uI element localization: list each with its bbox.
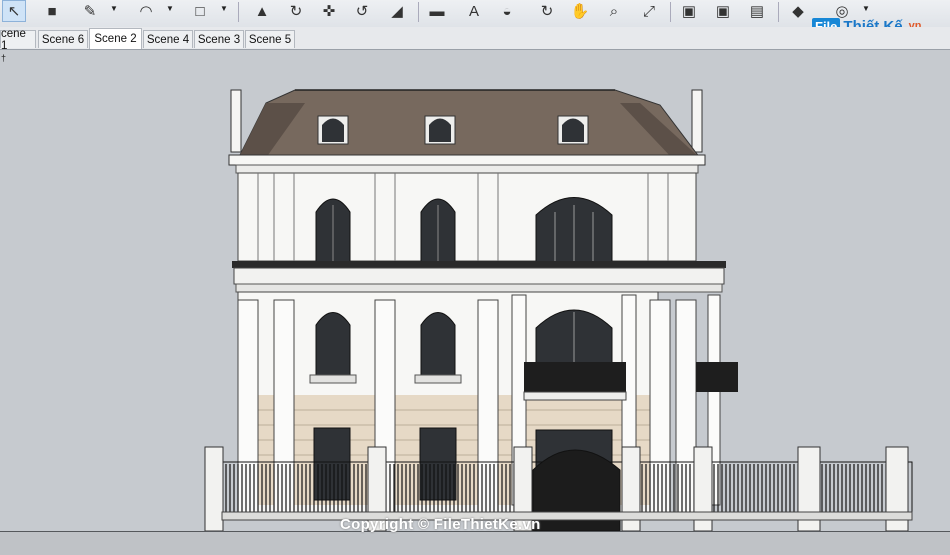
arched-window <box>309 312 357 384</box>
mansard-roof <box>239 89 702 159</box>
balcony-railing <box>524 362 626 392</box>
dormer-window <box>557 115 589 145</box>
villa-elevation-drawing <box>204 89 913 532</box>
arched-window <box>315 198 351 263</box>
arched-window-wide <box>535 197 613 263</box>
dormer-window <box>317 115 349 145</box>
ground-window <box>313 427 351 501</box>
chimney-left <box>230 89 242 153</box>
dormer-window <box>424 115 456 145</box>
balcony-railing-side <box>696 362 738 392</box>
copyright-watermark: Copyright © FileThietKe.vn <box>340 516 541 533</box>
arched-window <box>414 312 462 384</box>
arched-window <box>420 198 456 263</box>
chimney-right <box>691 89 703 153</box>
ground-plane <box>0 532 950 555</box>
